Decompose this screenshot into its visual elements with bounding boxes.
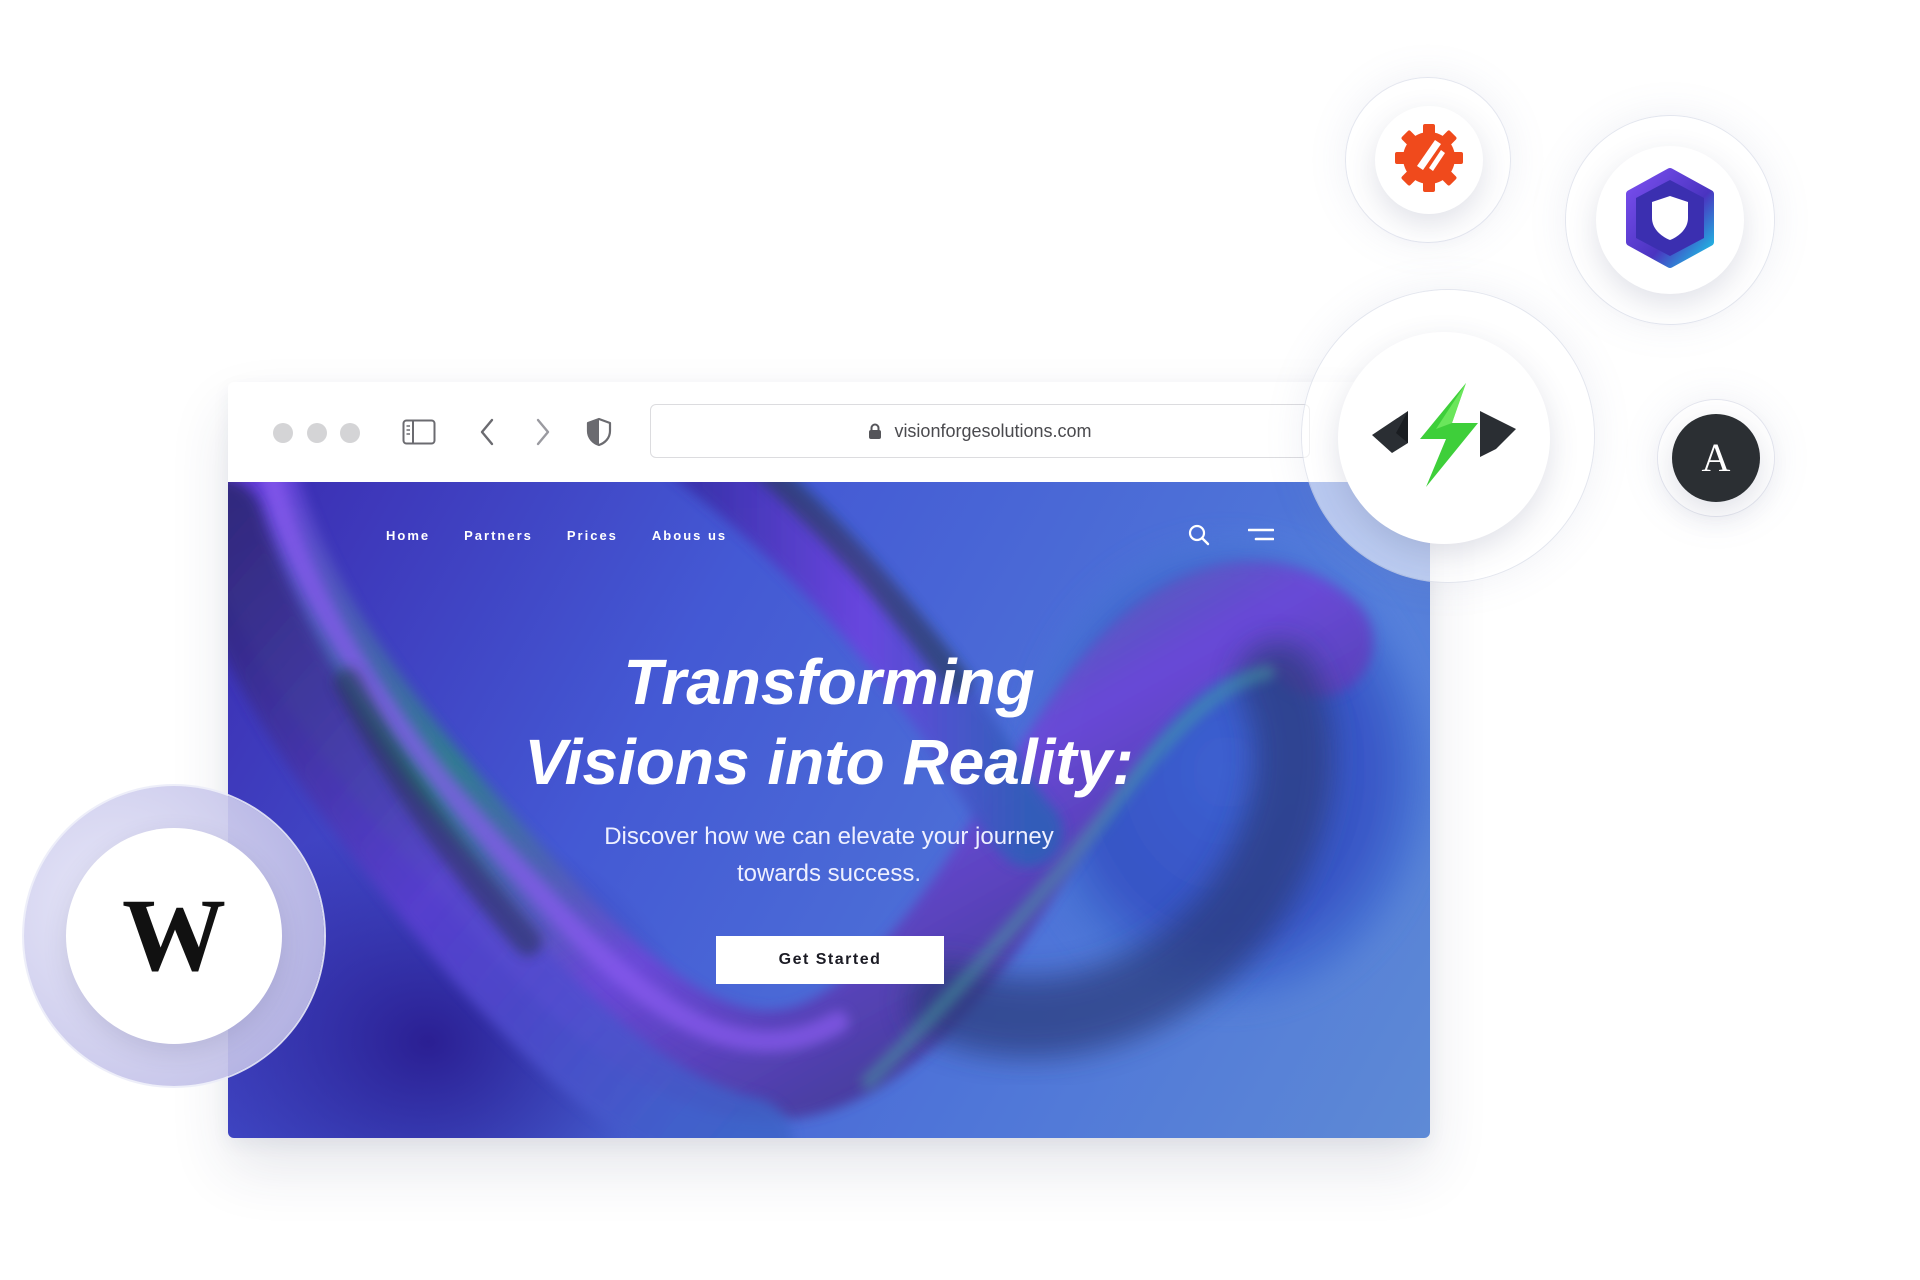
abstract-ribbon-art	[228, 482, 1428, 1138]
site-nav: Home Partners Prices Abous us	[386, 528, 727, 543]
hero-title-line1: Transforming	[623, 646, 1035, 718]
nav-icons	[1188, 524, 1275, 551]
hero-title: Transforming Visions into Reality:	[228, 642, 1430, 802]
hero-subtitle-line2: towards success.	[736, 860, 922, 887]
menu-icon[interactable]	[1247, 527, 1275, 548]
nav-item-about-us[interactable]: Abous us	[652, 528, 727, 543]
window-maximize-dot-icon[interactable]	[340, 423, 360, 443]
get-started-button[interactable]: Get Started	[716, 936, 944, 984]
forward-arrow-icon[interactable]	[528, 414, 558, 450]
w-badge[interactable]: W	[66, 828, 282, 1044]
stage: visionforgesolutions.com Home Partners P…	[0, 0, 1920, 1280]
lightning-badge[interactable]	[1338, 332, 1550, 544]
browser-window: visionforgesolutions.com Home Partners P…	[228, 382, 1430, 1138]
shield-badge[interactable]	[1596, 146, 1744, 294]
back-arrow-icon[interactable]	[472, 414, 502, 450]
address-bar[interactable]: visionforgesolutions.com	[650, 404, 1310, 458]
url-text: visionforgesolutions.com	[894, 420, 1092, 441]
hero-section: Home Partners Prices Abous us Transformi…	[228, 482, 1430, 1138]
window-close-dot-icon[interactable]	[273, 423, 293, 443]
lightning-code-logo-icon	[1366, 381, 1522, 496]
a-badge[interactable]: A	[1672, 414, 1760, 502]
nav-item-home[interactable]: Home	[386, 528, 430, 543]
sidebar-icon[interactable]	[401, 414, 437, 450]
nav-item-prices[interactable]: Prices	[567, 528, 618, 543]
shield-icon[interactable]	[584, 414, 614, 450]
a-logo-icon: A	[1701, 435, 1731, 480]
gear-logo-icon	[1389, 118, 1469, 203]
gear-badge[interactable]	[1375, 106, 1483, 214]
hexagon-shield-logo-icon	[1618, 166, 1722, 275]
nav-item-partners[interactable]: Partners	[464, 528, 533, 543]
hero-subtitle-line1: Discover how we can elevate your journey	[604, 823, 1054, 850]
w-logo-icon: W	[122, 878, 226, 993]
hero-subtitle: Discover how we can elevate your journey…	[228, 818, 1430, 892]
lock-icon	[868, 423, 882, 440]
browser-toolbar: visionforgesolutions.com	[228, 382, 1430, 482]
hero-title-line2: Visions into Reality:	[524, 726, 1134, 798]
window-minimize-dot-icon[interactable]	[307, 423, 327, 443]
search-icon[interactable]	[1188, 524, 1210, 551]
